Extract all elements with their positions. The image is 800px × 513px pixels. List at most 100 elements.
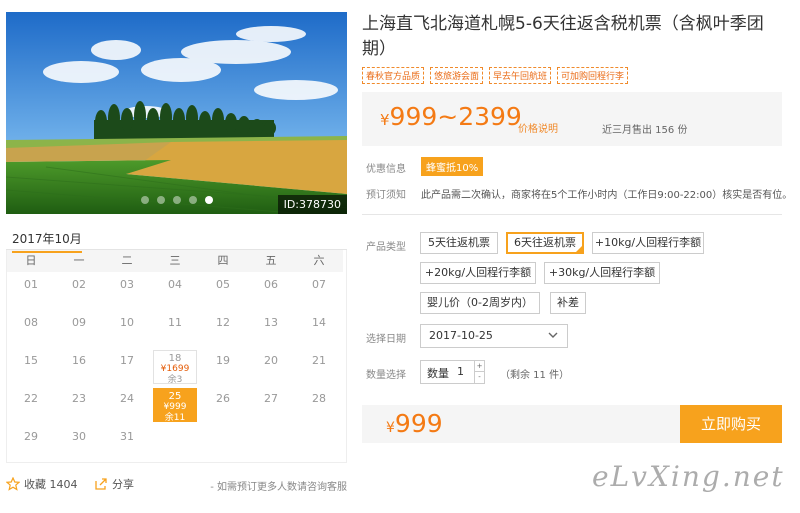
weekday-label: 六 [295, 250, 343, 272]
day-number: 10 [120, 316, 134, 329]
day-number: 05 [216, 278, 230, 291]
weekday-label: 日 [7, 250, 55, 272]
option-30kg-baggage[interactable]: +30kg/人回程行李额 [544, 262, 660, 284]
calendar-day: 11 [151, 310, 199, 348]
calendar-day: 04 [151, 272, 199, 310]
star-icon [6, 477, 20, 491]
calendar-day: 14 [295, 310, 343, 348]
day-number: 23 [72, 392, 86, 405]
day-number: 07 [312, 278, 326, 291]
option-6day-ticket[interactable]: 6天往返机票 [506, 232, 584, 254]
calendar-day: 12 [199, 310, 247, 348]
option-infant-price[interactable]: 婴儿价（0-2周岁内） [420, 292, 540, 314]
buy-now-button[interactable]: 立即购买 [680, 405, 782, 443]
promo-badge: 蜂蜜抵10% [421, 157, 484, 176]
option-price-difference[interactable]: 补差 [550, 292, 586, 314]
carousel-dot[interactable] [172, 196, 181, 204]
day-number: 15 [24, 354, 38, 367]
notice-label: 预订须知 [366, 190, 406, 201]
promo-label: 优惠信息 [366, 164, 406, 175]
calendar-day: 02 [55, 272, 103, 310]
total-price: ¥999 [386, 409, 443, 438]
calendar-day: 13 [247, 310, 295, 348]
carousel-dot-active[interactable] [204, 196, 213, 204]
day-number: 22 [24, 392, 38, 405]
day-remaining: 余11 [164, 413, 186, 423]
calendar-day: 24 [103, 386, 151, 424]
share-icon [95, 478, 107, 490]
chevron-down-icon [548, 332, 558, 338]
day-number: 11 [168, 316, 182, 329]
calendar-day: 01 [7, 272, 55, 310]
date-value: 2017-10-25 [429, 329, 493, 342]
notice-text: 此产品需二次确认，商家将在5个工作小时内（工作日9:00-22:00）核实是否有… [421, 190, 793, 201]
date-select[interactable]: 2017-10-25 [420, 324, 568, 348]
calendar-day: 23 [55, 386, 103, 424]
calendar-day: 21 [295, 348, 343, 386]
currency-symbol: ¥ [386, 420, 395, 436]
price-range-value: 999~2399 [389, 102, 522, 131]
calendar-day: 17 [103, 348, 151, 386]
calendar-day: 15 [7, 348, 55, 386]
day-number: 08 [24, 316, 38, 329]
weekday-label: 四 [199, 250, 247, 272]
product-tags: 春秋官方品质 悠旅游会面 早去午回航班 可加购回程行李 [362, 67, 629, 84]
qty-value[interactable]: 1 [457, 365, 464, 378]
calendar-day: 10 [103, 310, 151, 348]
qty-decrease-button[interactable]: - [474, 372, 484, 383]
share-label: 分享 [112, 478, 134, 491]
day-number: 28 [312, 392, 326, 405]
calendar-day: 22 [7, 386, 55, 424]
option-10kg-baggage[interactable]: +10kg/人回程行李额 [592, 232, 704, 254]
day-price: ¥999 [163, 402, 187, 412]
calendar-day: 30 [55, 424, 103, 462]
weekday-label: 五 [247, 250, 295, 272]
calendar-month-tab[interactable]: 2017年10月 [12, 230, 82, 253]
day-number: 01 [24, 278, 38, 291]
price-note-link[interactable]: 价格说明 [518, 120, 558, 135]
qty-increase-button[interactable]: + [474, 361, 484, 372]
day-number: 02 [72, 278, 86, 291]
calendar-day: 07 [295, 272, 343, 310]
date-label: 选择日期 [366, 334, 406, 345]
calendar-day: 31 [103, 424, 151, 462]
product-photo[interactable]: ID:378730 [6, 12, 347, 214]
total-price-value: 999 [394, 409, 443, 438]
product-tag: 早去午回航班 [489, 67, 552, 84]
qty-label: 数量选择 [366, 370, 406, 381]
product-tag: 悠旅游会面 [430, 67, 484, 84]
qty-field-label: 数量 [427, 367, 449, 380]
calendar-day-available[interactable]: 18 ¥1699 余3 [153, 350, 197, 385]
day-number: 29 [24, 430, 38, 443]
product-title: 上海直飞北海道札幌5-6天往返含税机票（含枫叶季团期） [362, 14, 764, 59]
share-button[interactable]: 分享 [94, 476, 134, 492]
day-number: 03 [120, 278, 134, 291]
calendar-weekday-header: 日一二三四五六 [6, 250, 347, 272]
favorite-button[interactable]: 收藏 1404 [6, 476, 78, 492]
calendar-day: 03 [103, 272, 151, 310]
calendar-day: 08 [7, 310, 55, 348]
day-number: 14 [312, 316, 326, 329]
price-box: ¥999~2399 价格说明 近三月售出 156 份 [362, 92, 782, 146]
quantity-stepper: 数量 1 + - [420, 360, 485, 384]
carousel-dot[interactable] [156, 196, 165, 204]
landscape-image [6, 12, 347, 214]
calendar-month-bar: 2017年10月 [6, 226, 347, 253]
day-price: ¥1699 [160, 364, 190, 374]
divider [362, 214, 782, 215]
calendar-day: 19 [199, 348, 247, 386]
calendar-day-selected[interactable]: 25 ¥999 余11 [153, 388, 197, 423]
day-number: 13 [264, 316, 278, 329]
calendar-day: 27 [247, 386, 295, 424]
option-5day-ticket[interactable]: 5天往返机票 [420, 232, 498, 254]
carousel-dot[interactable] [188, 196, 197, 204]
day-number: 06 [264, 278, 278, 291]
option-20kg-baggage[interactable]: +20kg/人回程行李额 [420, 262, 536, 284]
price-calendar: 2017年10月 日一二三四五六 01 02 03 04 05 06 07 08 09 10 11 1… [6, 226, 347, 471]
calendar-day: 29 [7, 424, 55, 462]
day-number: 21 [312, 354, 326, 367]
calendar-day: 09 [55, 310, 103, 348]
carousel-dot[interactable] [140, 196, 149, 204]
day-number: 16 [72, 354, 86, 367]
day-number: 12 [216, 316, 230, 329]
